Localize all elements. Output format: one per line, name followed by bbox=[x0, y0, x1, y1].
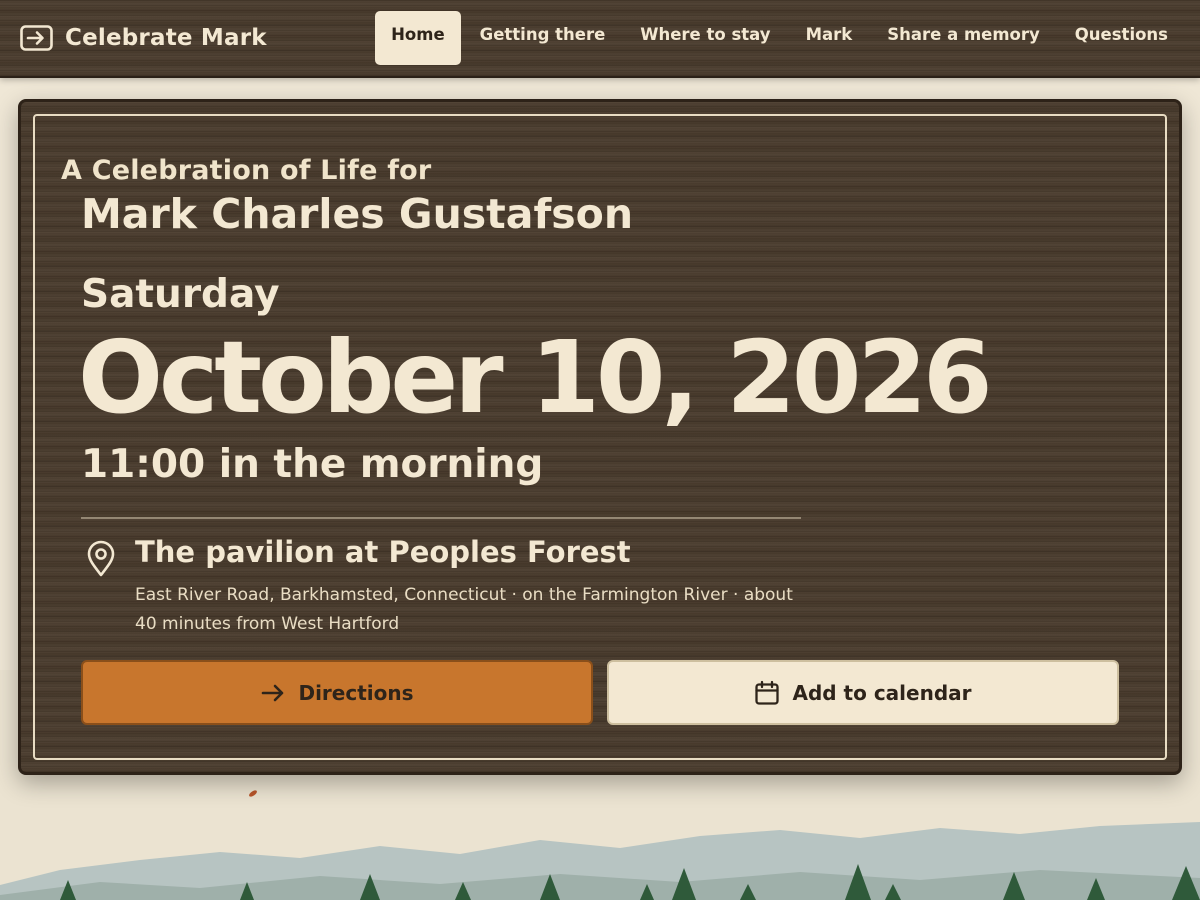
calendar-label: Add to calendar bbox=[792, 680, 972, 705]
directions-label: Directions bbox=[298, 680, 414, 705]
add-to-calendar-button[interactable]: Add to calendar bbox=[607, 660, 1119, 725]
nav-questions[interactable]: Questions bbox=[1059, 11, 1184, 65]
arrow-right-icon bbox=[262, 684, 284, 701]
calendar-icon bbox=[755, 680, 780, 705]
brand-title: Celebrate Mark bbox=[65, 25, 267, 51]
nav-share-a-memory[interactable]: Share a memory bbox=[871, 11, 1056, 65]
venue-address: East River Road, Barkhamsted, Connecticu… bbox=[135, 585, 793, 634]
map-pin-icon bbox=[87, 540, 115, 577]
event-weekday: Saturday bbox=[81, 272, 280, 317]
celebration-eyebrow: A Celebration of Life for bbox=[61, 155, 432, 186]
enter-arrow-icon bbox=[20, 25, 53, 51]
nav-mark[interactable]: Mark bbox=[790, 11, 869, 65]
site-header: Celebrate Mark Home Getting there Where … bbox=[0, 0, 1200, 78]
event-time: 11:00 in the morning bbox=[81, 442, 544, 487]
brand-link[interactable]: Celebrate Mark bbox=[20, 22, 267, 54]
directions-button[interactable]: Directions bbox=[81, 660, 593, 725]
falling-leaf-icon bbox=[249, 790, 257, 797]
nav-getting-there[interactable]: Getting there bbox=[464, 11, 622, 65]
section-divider bbox=[81, 517, 801, 519]
venue-name: The pavilion at Peoples Forest bbox=[135, 535, 631, 569]
main-nav: Home Getting there Where to stay Mark Sh… bbox=[375, 11, 1184, 65]
event-date: October 10, 2026 bbox=[78, 319, 993, 436]
nav-where-to-stay[interactable]: Where to stay bbox=[624, 11, 786, 65]
nav-home[interactable]: Home bbox=[375, 11, 461, 65]
honoree-name: Mark Charles Gustafson bbox=[81, 190, 634, 238]
